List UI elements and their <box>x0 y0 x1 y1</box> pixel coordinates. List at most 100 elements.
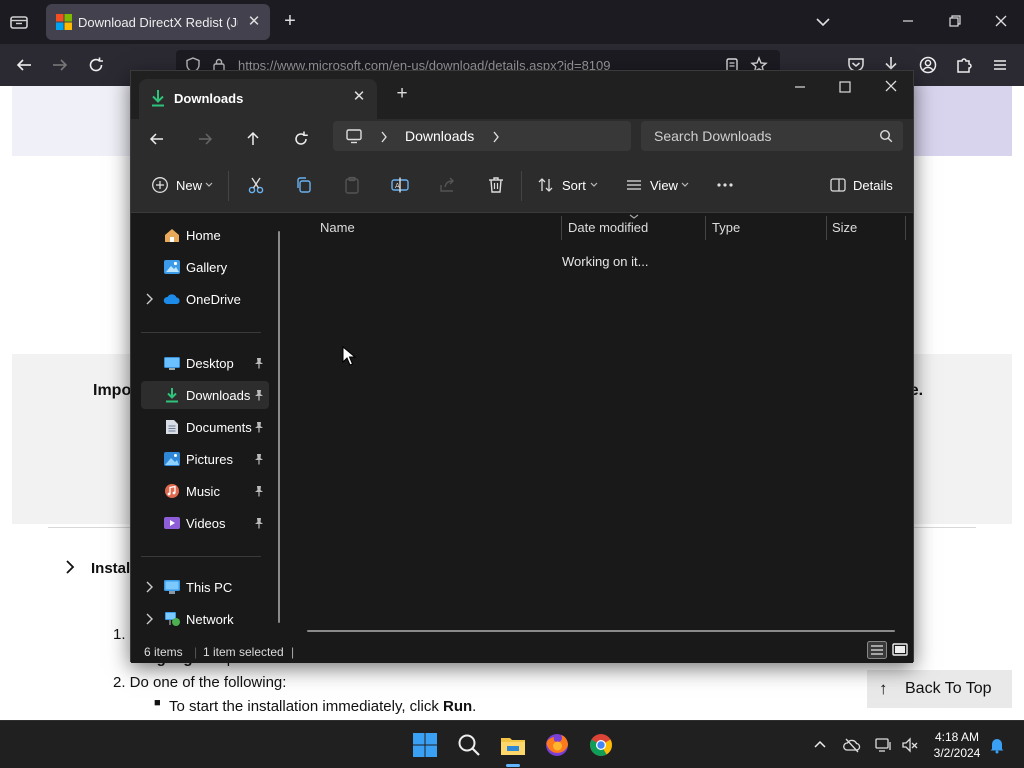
close-tab-icon[interactable]: ✕ <box>246 14 262 30</box>
start-button[interactable] <box>410 730 440 760</box>
taskbar: 4:18 AM 3/2/2024 <box>0 720 1024 768</box>
column-header-name[interactable]: Name <box>320 220 355 246</box>
nav-item-downloads[interactable]: Downloads <box>141 381 269 409</box>
chevron-right-icon[interactable] <box>143 581 155 593</box>
reload-icon <box>89 57 103 72</box>
nav-item-network[interactable]: Network <box>141 605 269 633</box>
horizontal-scrollbar[interactable] <box>307 630 895 632</box>
clock-date: 3/2/2024 <box>933 746 981 760</box>
chevron-right-icon[interactable] <box>379 131 389 143</box>
notification-bell-icon[interactable] <box>988 736 1006 754</box>
chrome-taskbar-button[interactable] <box>586 730 616 760</box>
column-header-size[interactable]: Size <box>832 220 857 246</box>
explorer-minimize-button[interactable] <box>785 77 815 103</box>
column-separator[interactable] <box>561 216 562 240</box>
nav-item-desktop[interactable]: Desktop <box>141 349 269 377</box>
nav-item-music[interactable]: Music <box>141 477 269 505</box>
rename-button[interactable]: A <box>390 175 410 197</box>
explorer-forward-button[interactable] <box>195 129 215 149</box>
breadcrumb-downloads[interactable]: Downloads <box>405 128 474 144</box>
navigation-scrollbar[interactable] <box>278 231 280 623</box>
copy-icon <box>297 177 311 193</box>
explorer-refresh-button[interactable] <box>291 129 311 149</box>
pin-icon[interactable] <box>253 357 265 369</box>
account-button[interactable] <box>918 55 938 75</box>
browser-minimize-button[interactable] <box>897 10 919 32</box>
system-clock[interactable]: 4:18 AM 3/2/2024 <box>930 729 984 761</box>
browser-close-button[interactable] <box>990 10 1012 32</box>
tab-list-button[interactable] <box>8 12 30 32</box>
column-separator[interactable] <box>705 216 706 240</box>
chevron-right-icon[interactable] <box>143 613 155 625</box>
extensions-button[interactable] <box>954 55 974 75</box>
install-instructions-heading[interactable]: Instal <box>91 560 130 577</box>
search-button[interactable] <box>454 730 484 760</box>
explorer-address-bar[interactable]: Downloads <box>333 121 631 151</box>
nav-item-this-pc[interactable]: This PC <box>141 573 269 601</box>
new-tab-button[interactable]: + <box>280 11 300 31</box>
nav-item-label: Desktop <box>186 356 234 371</box>
important-notice-start: Impo <box>93 382 132 399</box>
delete-button[interactable] <box>486 175 506 197</box>
column-separator[interactable] <box>905 216 906 240</box>
browser-tab-title: Download DirectX Redist (June <box>78 15 238 30</box>
browser-tab-active[interactable]: Download DirectX Redist (June ✕ <box>46 4 270 40</box>
column-header-type[interactable]: Type <box>712 220 740 246</box>
pin-icon[interactable] <box>253 453 265 465</box>
search-placeholder: Search Downloads <box>654 128 772 144</box>
back-to-top-button[interactable]: ↑ Back To Top <box>867 670 1012 708</box>
bullet1-text: To start the installation immediately, c… <box>169 698 476 715</box>
paste-button[interactable] <box>342 175 362 197</box>
copy-button[interactable] <box>294 175 314 197</box>
network-status-icon[interactable] <box>875 736 893 754</box>
browser-forward-button[interactable] <box>50 55 70 75</box>
chevron-right-icon[interactable] <box>143 293 155 305</box>
column-separator[interactable] <box>826 216 827 240</box>
file-explorer-taskbar-button[interactable] <box>498 730 528 767</box>
explorer-up-button[interactable] <box>243 129 263 149</box>
volume-muted-icon[interactable] <box>901 736 919 754</box>
details-view-icon[interactable] <box>867 641 887 659</box>
pin-icon[interactable] <box>253 485 265 497</box>
explorer-back-button[interactable] <box>147 129 167 149</box>
share-button[interactable] <box>438 175 458 197</box>
see-more-button[interactable] <box>715 175 735 197</box>
bullet-icon: ■ <box>154 697 161 709</box>
cut-button[interactable] <box>246 175 266 197</box>
nav-item-pictures[interactable]: Pictures <box>141 445 269 473</box>
file-list-pane[interactable]: Name Date modified Type Size Working on … <box>289 214 913 639</box>
explorer-tab-downloads[interactable]: Downloads ✕ <box>139 79 377 119</box>
run-label: Run <box>443 698 473 715</box>
nav-item-gallery[interactable]: Gallery <box>141 253 269 281</box>
nav-item-home[interactable]: Home <box>141 221 269 249</box>
close-tab-icon[interactable]: ✕ <box>351 89 367 105</box>
firefox-taskbar-button[interactable] <box>542 730 572 760</box>
tab-list-icon <box>10 16 28 29</box>
list-all-tabs-button[interactable] <box>815 14 831 30</box>
browser-reload-button[interactable] <box>86 55 106 75</box>
explorer-close-button[interactable] <box>876 77 906 103</box>
explorer-search-box[interactable]: Search Downloads <box>641 121 903 151</box>
nav-item-videos[interactable]: Videos <box>141 509 269 537</box>
onedrive-offline-icon[interactable] <box>843 736 861 754</box>
pin-icon[interactable] <box>253 389 265 401</box>
pin-icon[interactable] <box>253 517 265 529</box>
app-menu-button[interactable] <box>990 55 1010 75</box>
explorer-new-tab-button[interactable]: + <box>393 84 411 103</box>
file-explorer-window: Downloads ✕ + Downloads Search Downloads… <box>130 70 914 663</box>
chevron-down-icon <box>590 182 598 187</box>
column-header-date-modified[interactable]: Date modified <box>568 220 648 246</box>
navigation-pane: Home Gallery OneDrive Desktop Downloads … <box>131 214 283 639</box>
chevron-right-icon[interactable] <box>64 560 76 574</box>
chevron-up-icon[interactable] <box>811 736 829 754</box>
browser-maximize-button[interactable] <box>944 10 966 32</box>
nav-item-onedrive[interactable]: OneDrive <box>141 285 269 313</box>
paste-icon <box>345 176 359 194</box>
chevron-right-icon[interactable] <box>491 131 501 143</box>
pin-icon[interactable] <box>253 421 265 433</box>
browser-back-button[interactable] <box>14 55 34 75</box>
explorer-maximize-button[interactable] <box>830 77 860 103</box>
nav-item-documents[interactable]: Documents <box>141 413 269 441</box>
large-icons-view-icon[interactable] <box>891 641 909 659</box>
nav-item-label: Downloads <box>186 388 251 403</box>
